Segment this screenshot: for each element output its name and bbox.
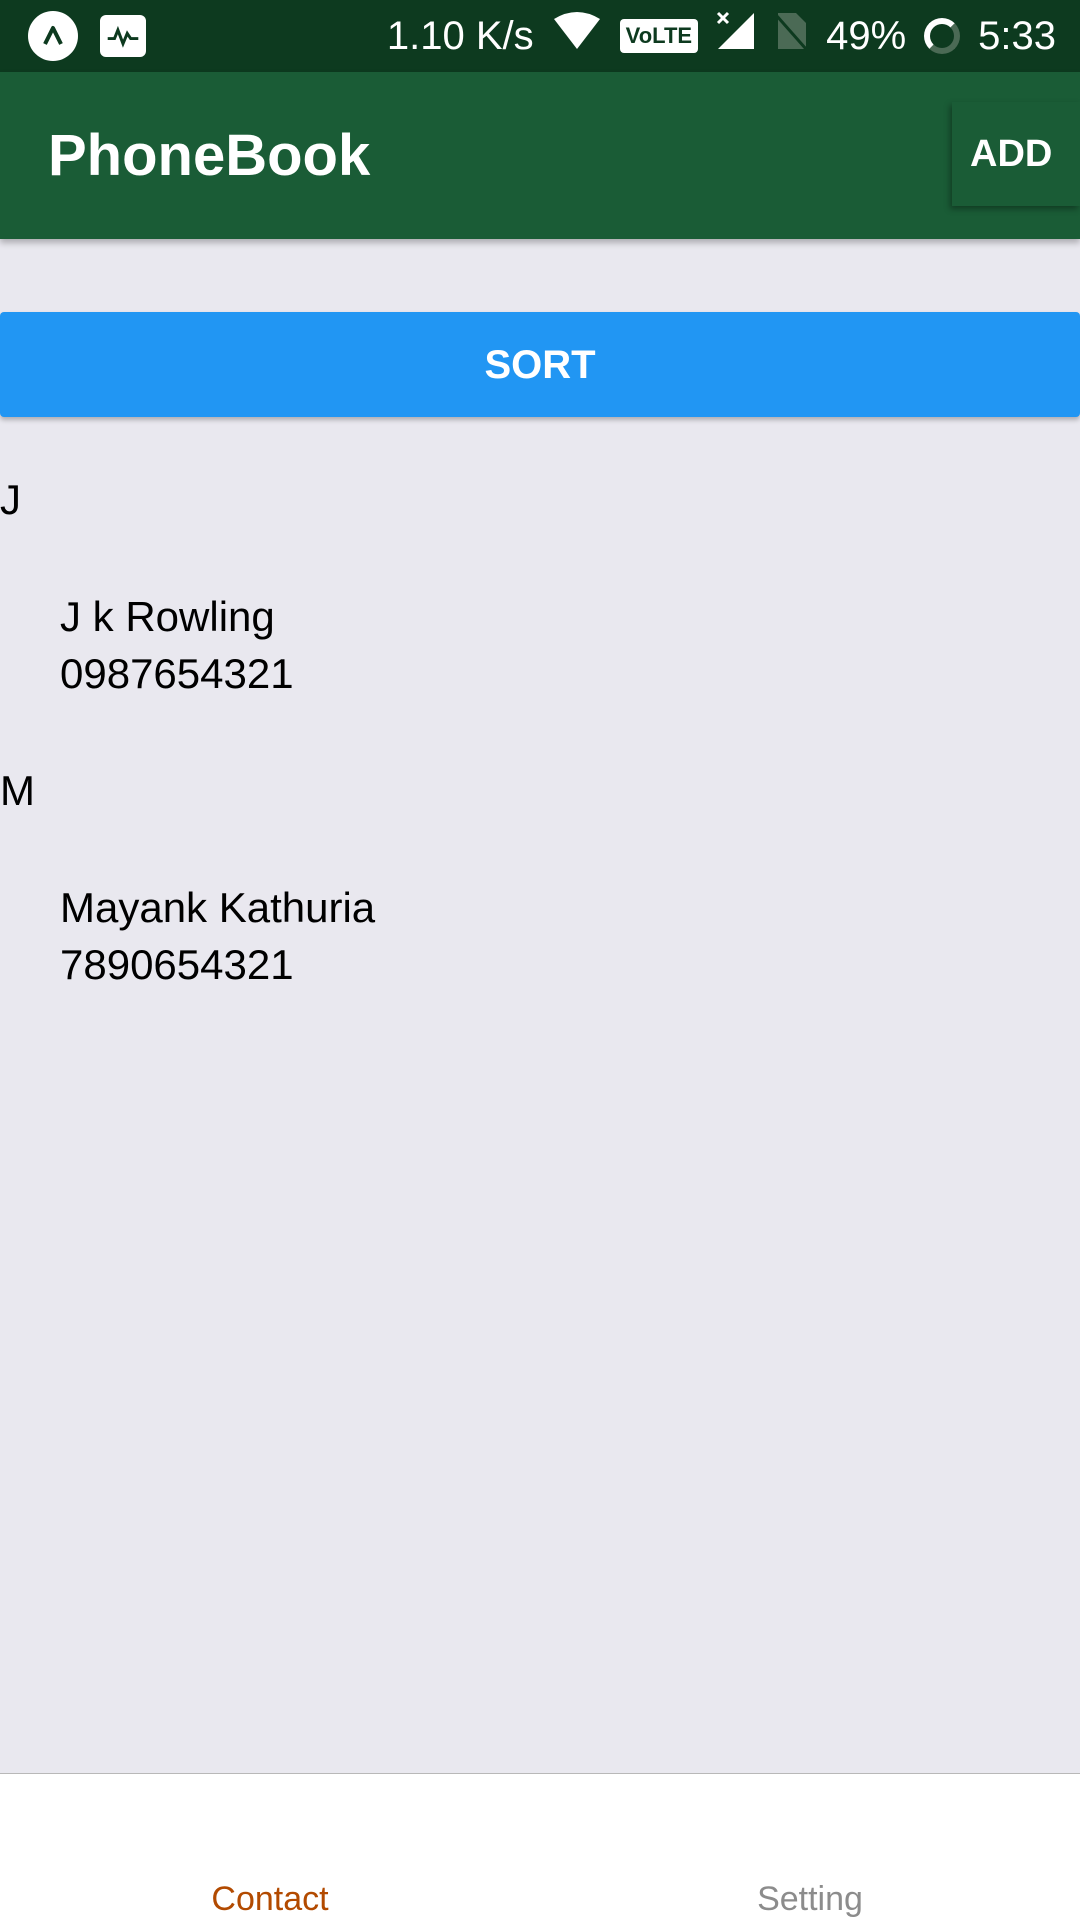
section-header-j: J [0,476,21,523]
contact-name: J k Rowling [60,593,275,640]
wifi-icon [552,11,602,61]
add-contact-button[interactable]: ADD [952,102,1080,206]
status-bar: 1.10 K/s VoLTE 49% 5:33 [0,0,1080,72]
contact-phone: 7890654321 [60,941,294,988]
contact-item[interactable]: Mayank Kathuria 7890654321 [60,879,1020,993]
contact-item[interactable]: J k Rowling 0987654321 [60,588,1020,702]
app-logo-icon [28,11,78,61]
battery-ring-icon [924,18,961,54]
clock: 5:33 [978,13,1056,58]
page-title: PhoneBook [48,123,371,188]
contact-phone: 0987654321 [60,650,294,697]
section-header-m: M [0,767,35,814]
signal-icon [716,11,756,61]
network-speed: 1.10 K/s [386,13,534,58]
app-bar: PhoneBook ADD [0,72,1080,239]
phonebook-screen: 1.10 K/s VoLTE 49% 5:33 PhoneBook ADD SO… [0,0,1080,1920]
contact-name: Mayank Kathuria [60,884,376,931]
sort-button[interactable]: SORT [0,312,1080,417]
bottom-tab-bar: Contact Setting [0,1773,1080,1920]
battery-level: 49% [826,13,907,58]
no-sim-icon [774,11,808,61]
tab-contact[interactable]: Contact [0,1774,540,1920]
tab-setting[interactable]: Setting [540,1774,1080,1920]
activity-monitor-icon [100,15,146,57]
volte-badge: VoLTE [619,19,699,53]
